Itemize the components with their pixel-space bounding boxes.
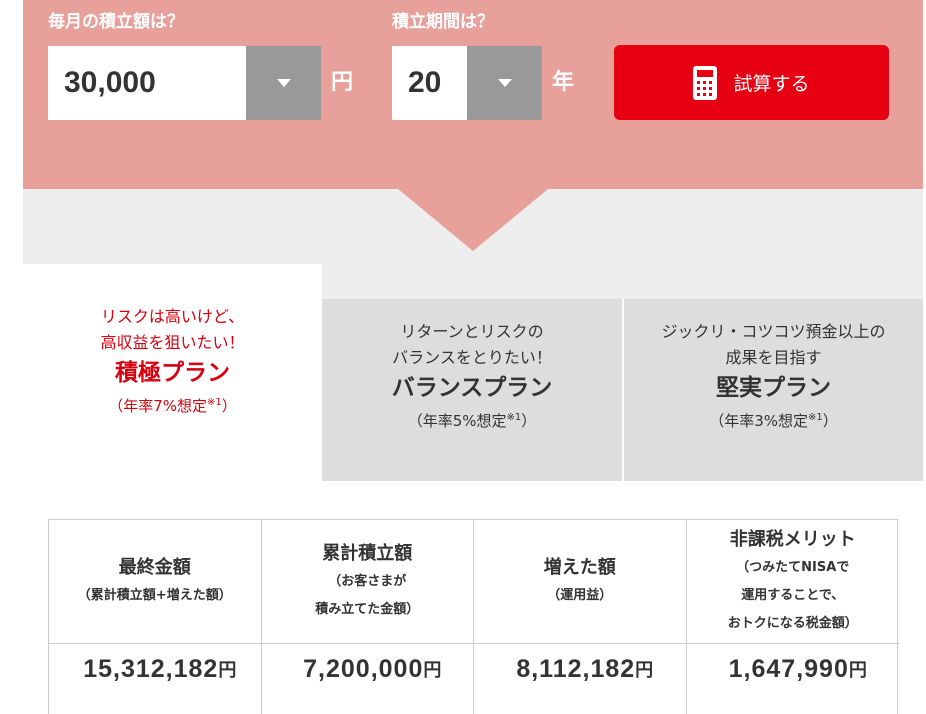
monthly-amount-value: 30,000	[64, 66, 156, 99]
result-title: 累計積立額	[322, 542, 413, 564]
chevron-down-icon[interactable]	[246, 46, 321, 120]
year-unit-label: 年	[552, 70, 575, 95]
yen-unit: 円	[218, 660, 237, 681]
plan-tab-balance[interactable]: リターンとリスクの バランスをとりたい！ バランスプラン （年率5%想定※1）	[322, 299, 622, 481]
result-value: 15,312,182	[83, 654, 219, 683]
chevron-down-icon[interactable]	[467, 46, 542, 120]
calculate-button[interactable]: 試算する	[614, 45, 889, 120]
period-label: 積立期間は？	[392, 12, 494, 32]
result-title: 非課税メリット	[729, 528, 856, 550]
plan-rate-note: （年率3%想定※1）	[709, 412, 838, 430]
result-title: 増えた額	[543, 556, 616, 578]
monthly-amount-select[interactable]: 30,000	[48, 46, 321, 120]
yen-unit: 円	[848, 660, 867, 681]
yen-unit: 円	[635, 660, 654, 681]
result-subtitle: おトクになる税金額）	[727, 615, 858, 631]
simulation-form: 毎月の積立額は？ 30,000 円 積立期間は？ 20 年 試算する	[23, 0, 923, 189]
result-column-total-contribution: 累計積立額 （お客さまが 積み立てた金額） 7,200,000 円	[261, 520, 474, 714]
result-value: 7,200,000	[303, 654, 424, 683]
yen-unit-label: 円	[331, 70, 354, 95]
result-column-gain: 増えた額 （運用益） 8,112,182 円	[474, 520, 687, 714]
result-column-tax-benefit: 非課税メリット （つみたてNISAで 運用することで、 おトクになる税金額） 1…	[686, 520, 899, 714]
plan-description: 高収益を狙いたい！	[100, 333, 245, 352]
plan-description: 成果を目指す	[725, 348, 822, 367]
result-subtitle: 積み立てた金額）	[315, 601, 420, 617]
result-subtitle: 運用することで、	[741, 587, 845, 603]
result-subtitle: （お客さまが	[328, 573, 407, 589]
result-table: 最終金額 （累計積立額+増えた額） 15,312,182 円 累計積立額 （お客さ…	[48, 519, 899, 714]
result-subtitle: （つみたてNISAで	[736, 559, 850, 575]
yen-unit: 円	[423, 660, 442, 681]
plan-tab-steady[interactable]: ジックリ・コツコツ預金以上の 成果を目指す 堅実プラン （年率3%想定※1）	[624, 299, 923, 481]
plan-description: リターンとリスクの	[400, 322, 544, 341]
result-column-final-amount: 最終金額 （累計積立額+増えた額） 15,312,182 円	[49, 520, 262, 714]
result-value: 1,647,990	[728, 654, 849, 683]
plan-description: リスクは高いけど、	[100, 307, 245, 326]
plan-rate-note: （年率5%想定※1）	[407, 412, 537, 430]
plan-name: バランスプラン	[391, 375, 553, 401]
pointer-arrow	[398, 189, 548, 251]
result-subtitle: （運用益）	[547, 587, 613, 603]
monthly-amount-label: 毎月の積立額は？	[48, 12, 184, 32]
calculate-button-label: 試算する	[733, 73, 810, 95]
plan-tab-aggressive[interactable]: リスクは高いけど、 高収益を狙いたい！ 積極プラン （年率7%想定※1）	[23, 264, 322, 481]
result-subtitle: （累計積立額+増えた額）	[77, 587, 232, 603]
calculator-icon	[693, 65, 718, 100]
plan-name: 積極プラン	[115, 360, 230, 386]
plan-name: 堅実プラン	[716, 375, 831, 401]
plan-rate-note: （年率7%想定※1）	[108, 397, 237, 415]
plan-description: ジックリ・コツコツ預金以上の	[661, 322, 886, 341]
period-value: 20	[408, 66, 442, 99]
period-select[interactable]: 20	[392, 46, 542, 120]
plan-description: バランスをとりたい！	[392, 348, 552, 367]
result-title: 最終金額	[118, 556, 191, 578]
result-value: 8,112,182	[516, 654, 636, 683]
